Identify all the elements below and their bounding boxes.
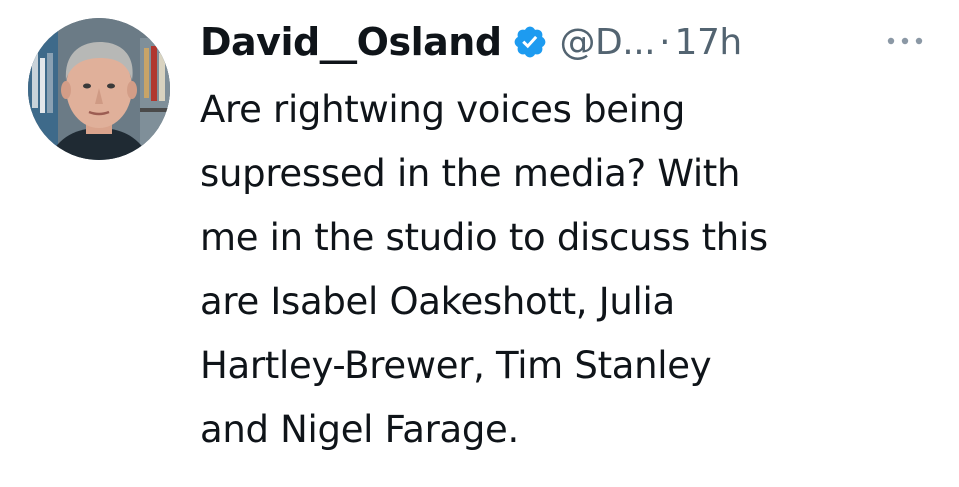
tweet-text-line: Are rightwing voices being — [200, 88, 686, 131]
handle[interactable]: @D... — [560, 22, 656, 63]
verified-badge-icon[interactable] — [512, 24, 548, 60]
tweet-text-line: supressed in the media? With — [200, 152, 741, 195]
avatar-photo — [28, 18, 170, 160]
tweet-text-line: me in the studio to discuss this — [200, 216, 768, 259]
tweet-header: David__Osland @D... · 17h — [200, 14, 742, 70]
tweet-text-line: Hartley-Brewer, Tim Stanley — [200, 344, 712, 387]
tweet-card[interactable]: David__Osland @D... · 17h Are rightwing … — [0, 0, 959, 487]
timestamp[interactable]: 17h — [675, 22, 743, 63]
separator-dot: · — [659, 21, 671, 63]
avatar[interactable] — [28, 18, 170, 160]
tweet-text: Are rightwing voices being supressed in … — [200, 78, 940, 462]
more-options-icon[interactable] — [880, 26, 930, 56]
tweet-text-line: are Isabel Oakeshott, Julia — [200, 280, 675, 323]
tweet-text-line: and Nigel Farage. — [200, 408, 519, 451]
display-name[interactable]: David__Osland — [200, 20, 502, 64]
